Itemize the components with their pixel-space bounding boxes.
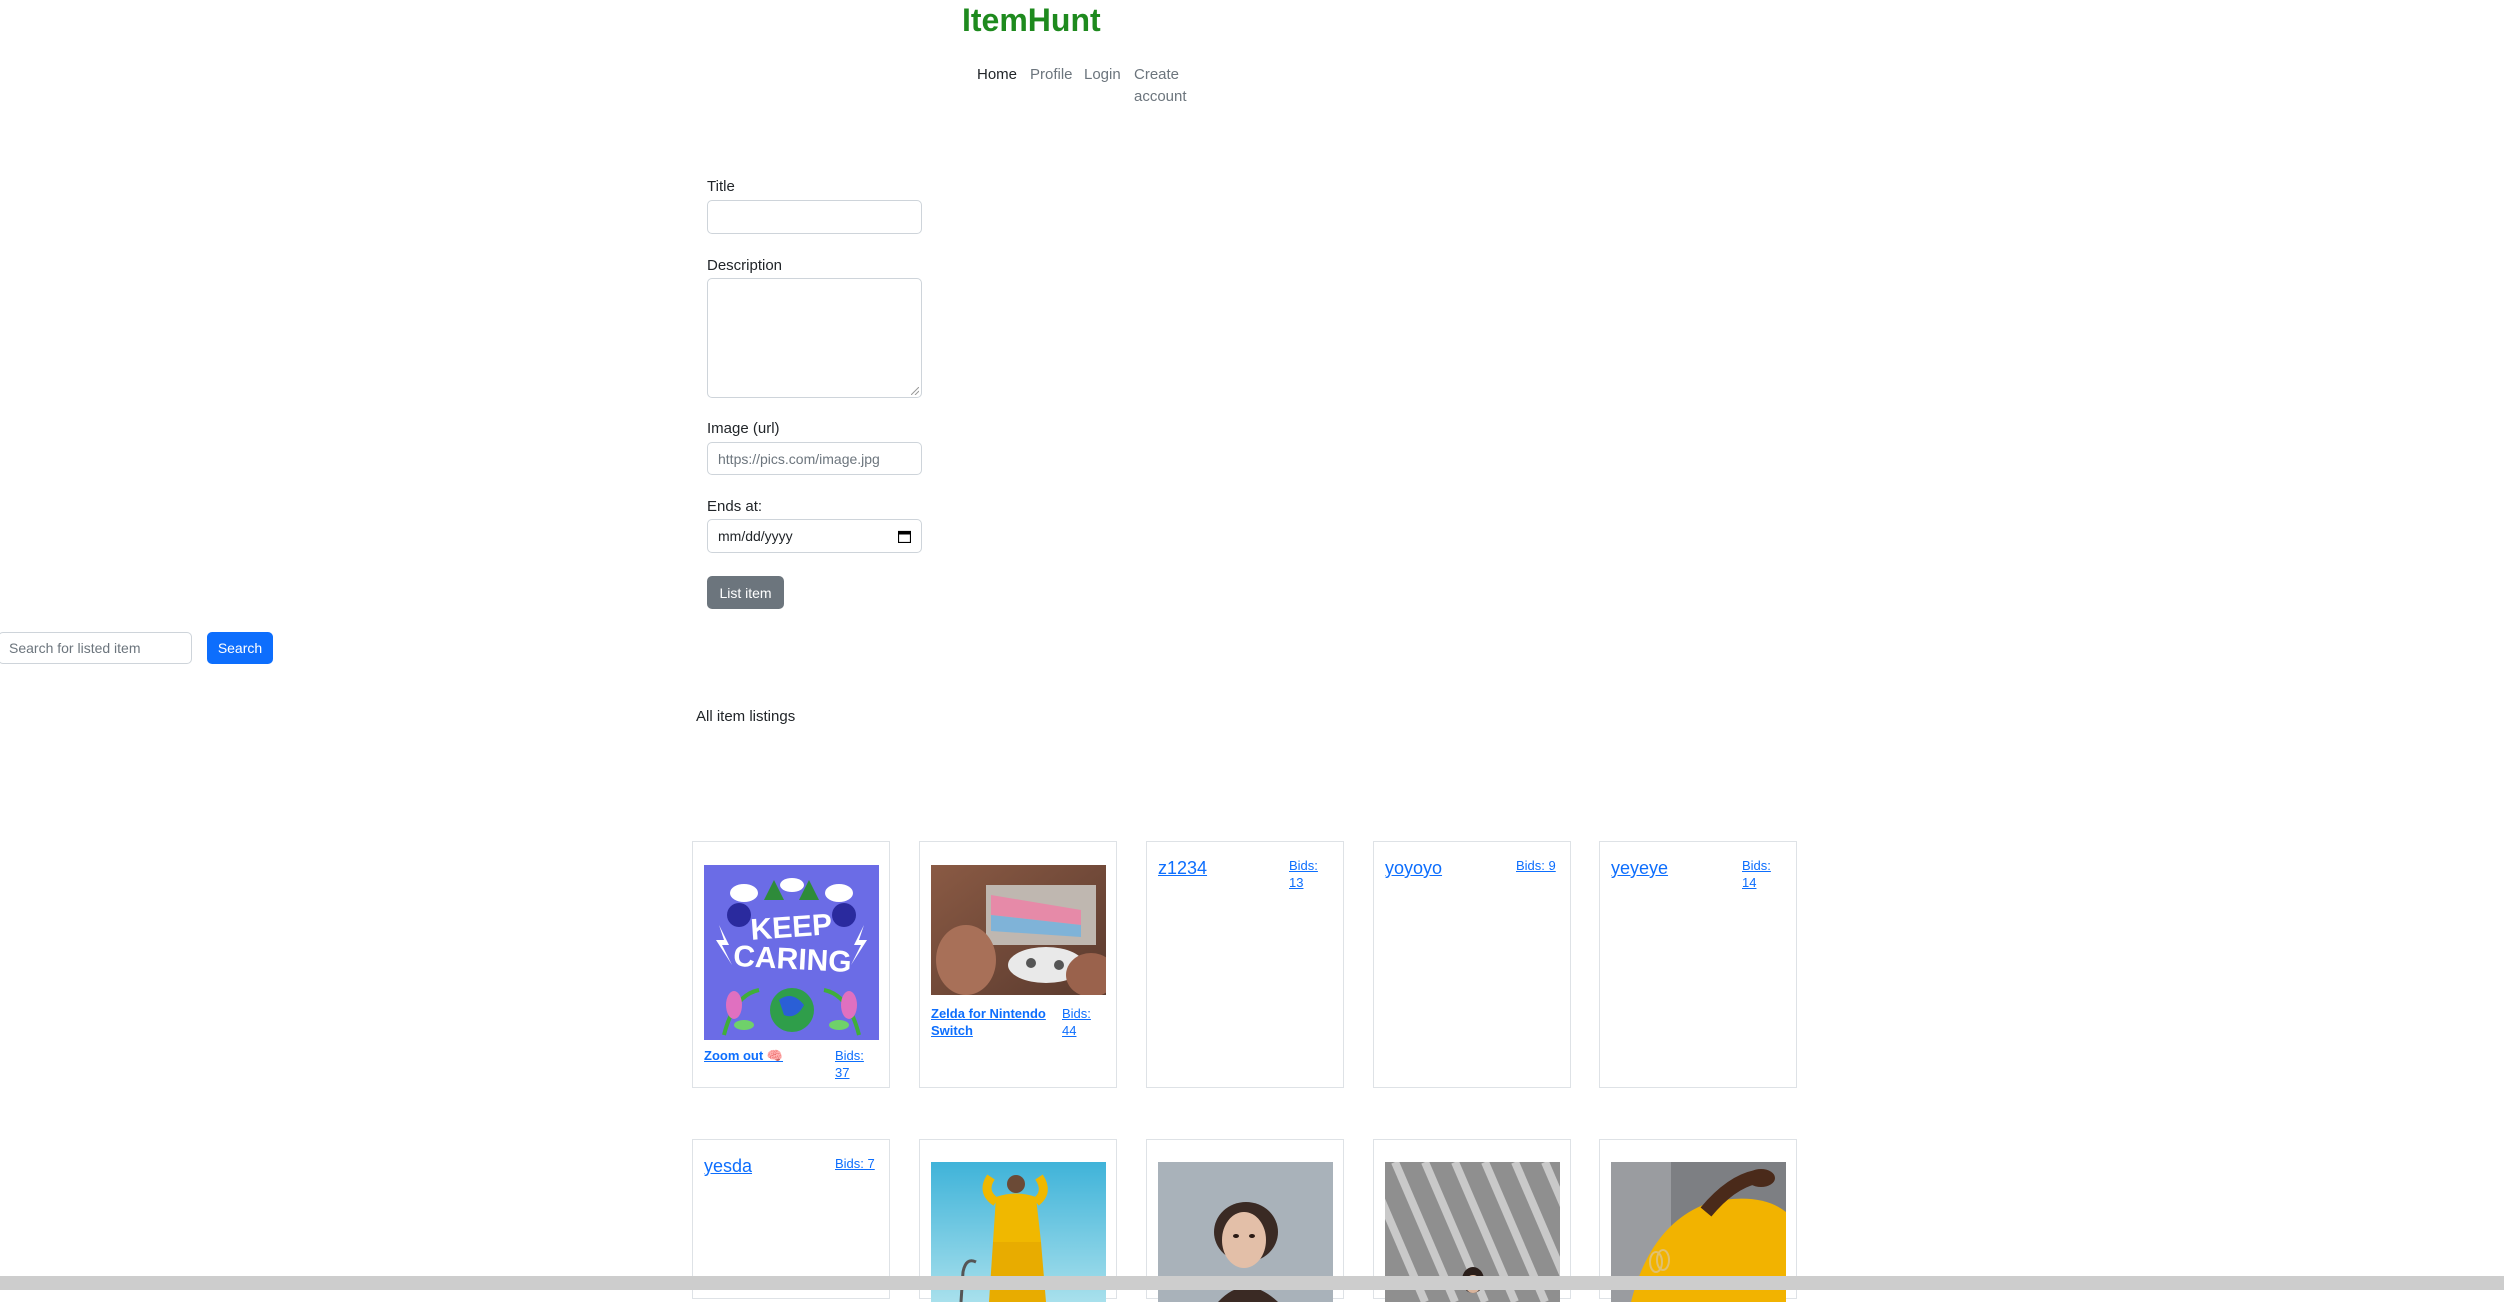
nav-login[interactable]: Login	[1084, 64, 1121, 86]
resize-handle-icon[interactable]	[911, 387, 919, 395]
date-placeholder: mm/dd/yyyy	[718, 528, 793, 544]
image-url-placeholder: https://pics.com/image.jpg	[718, 450, 880, 467]
listing-card	[1599, 1139, 1797, 1302]
listing-bids-link[interactable]: Bids: 13	[1289, 857, 1334, 891]
listing-bids-link[interactable]: Bids: 37	[835, 1047, 880, 1081]
listing-title-link[interactable]: Zoom out 🧠	[704, 1047, 814, 1064]
listing-card: yeyeye Bids: 14	[1599, 841, 1797, 1088]
title-input[interactable]	[707, 200, 922, 234]
image-url-label: Image (url)	[707, 420, 780, 437]
list-item-button[interactable]: List item	[707, 576, 784, 609]
listing-card: KEEP CARING Zoom out 🧠 Bids: 37	[692, 841, 890, 1088]
search-placeholder: Search for listed item	[9, 640, 141, 656]
listing-bids-link[interactable]: Bids: 7	[835, 1155, 885, 1172]
ends-at-label: Ends at:	[707, 498, 763, 515]
nav-create-account-line1[interactable]: Create	[1134, 64, 1179, 86]
listing-title-link[interactable]: Zelda for Nintendo Switch	[931, 1005, 1051, 1039]
listing-card	[919, 1139, 1117, 1302]
image-url-input[interactable]: https://pics.com/image.jpg	[707, 442, 922, 475]
calendar-icon[interactable]	[898, 530, 911, 543]
listings-heading: All item listings	[696, 708, 796, 725]
listing-title-link[interactable]: yoyoyo	[1385, 857, 1442, 879]
listing-title-link[interactable]: yeyeye	[1611, 857, 1668, 879]
nav-profile[interactable]: Profile	[1030, 64, 1073, 86]
horizontal-scrollbar[interactable]	[0, 1276, 2504, 1290]
brand-title[interactable]: ItemHunt	[962, 2, 1101, 39]
controller-image[interactable]	[931, 865, 1106, 995]
listing-card	[1373, 1139, 1571, 1302]
svg-text:CARING: CARING	[733, 940, 853, 979]
search-input[interactable]: Search for listed item	[0, 632, 192, 664]
listing-card: z1234 Bids: 13	[1146, 841, 1344, 1088]
keep-caring-image[interactable]: KEEP CARING	[704, 865, 879, 1040]
listing-card: yoyoyo Bids: 9	[1373, 841, 1571, 1088]
description-label: Description	[707, 257, 783, 274]
listing-title-link[interactable]: yesda	[704, 1155, 752, 1177]
title-label: Title	[707, 178, 735, 195]
listing-bids-link[interactable]: Bids: 9	[1516, 857, 1566, 874]
nav-create-account-line2[interactable]: account	[1134, 86, 1187, 108]
listing-card	[1146, 1139, 1344, 1302]
nav-home[interactable]: Home	[977, 64, 1017, 86]
listing-title-link[interactable]: z1234	[1158, 857, 1207, 879]
listing-card: Zelda for Nintendo Switch Bids: 44	[919, 841, 1117, 1088]
listing-bids-link[interactable]: Bids: 44	[1062, 1005, 1107, 1039]
listing-card: yesda Bids: 7	[692, 1139, 890, 1299]
description-textarea[interactable]	[707, 278, 922, 398]
search-button[interactable]: Search	[207, 632, 273, 664]
ends-at-date-input[interactable]: mm/dd/yyyy	[707, 519, 922, 553]
listing-bids-link[interactable]: Bids: 14	[1742, 857, 1787, 891]
